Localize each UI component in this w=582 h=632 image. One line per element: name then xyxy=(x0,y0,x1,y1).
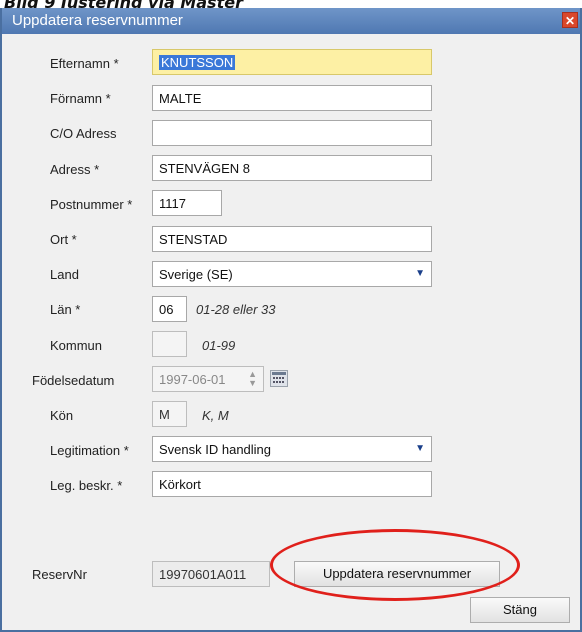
calendar-icon[interactable] xyxy=(270,370,288,387)
land-value: Sverige (SE) xyxy=(159,267,233,282)
window-title: Uppdatera reservnummer xyxy=(12,12,183,29)
dialog-window: Uppdatera reservnummer ✕ Efternamn * KNU… xyxy=(0,8,582,632)
label-reservnr: ReservNr xyxy=(32,567,87,582)
label-leg-beskr: Leg. beskr. * xyxy=(50,478,123,493)
ort-field[interactable]: STENSTAD xyxy=(152,226,432,252)
co-adress-field[interactable] xyxy=(152,120,432,146)
label-lan: Län * xyxy=(50,302,81,317)
chevron-down-icon: ▼ xyxy=(415,268,425,279)
label-postnummer: Postnummer * xyxy=(50,197,133,212)
close-window-button[interactable]: ✕ xyxy=(562,12,578,28)
label-fornamn: Förnamn * xyxy=(50,91,111,106)
update-reservnummer-button[interactable]: Uppdatera reservnummer xyxy=(294,561,500,587)
fodelsedatum-value: 1997-06-01 xyxy=(159,372,226,387)
kon-field[interactable]: M xyxy=(152,401,187,427)
label-fodelsedatum: Födelsedatum xyxy=(32,373,115,388)
legitimation-value: Svensk ID handling xyxy=(159,442,272,457)
leg-beskr-field[interactable]: Körkort xyxy=(152,471,432,497)
efternamn-value: KNUTSSON xyxy=(159,55,236,70)
lan-hint: 01-28 eller 33 xyxy=(196,302,276,317)
label-kommun: Kommun xyxy=(50,338,103,353)
efternamn-field[interactable]: KNUTSSON xyxy=(152,49,432,75)
reservnr-field: 19970601A011 xyxy=(152,561,270,587)
label-kon: Kön xyxy=(50,408,74,423)
label-adress: Adress * xyxy=(50,162,100,177)
fodelsedatum-field[interactable]: 1997-06-01 ▲ ▼ xyxy=(152,366,264,392)
label-legitimation: Legitimation * xyxy=(50,443,129,458)
label-ort: Ort * xyxy=(50,232,77,247)
close-button[interactable]: Stäng xyxy=(470,597,570,623)
postnummer-field[interactable]: 1117 xyxy=(152,190,222,216)
kommun-field[interactable] xyxy=(152,331,187,357)
legitimation-select[interactable]: Svensk ID handling ▼ xyxy=(152,436,432,462)
label-efternamn: Efternamn * xyxy=(50,56,119,71)
adress-field[interactable]: STENVÄGEN 8 xyxy=(152,155,432,181)
kommun-hint: 01-99 xyxy=(202,338,236,353)
spinner-icon[interactable]: ▲ ▼ xyxy=(248,370,257,388)
lan-field[interactable]: 06 xyxy=(152,296,187,322)
title-bar: Uppdatera reservnummer ✕ xyxy=(2,8,580,34)
chevron-down-icon: ▼ xyxy=(415,443,425,454)
fornamn-field[interactable]: MALTE xyxy=(152,85,432,111)
label-land: Land xyxy=(50,267,79,282)
label-co-adress: C/O Adress xyxy=(50,126,117,141)
land-select[interactable]: Sverige (SE) ▼ xyxy=(152,261,432,287)
kon-hint: K, M xyxy=(202,408,229,423)
